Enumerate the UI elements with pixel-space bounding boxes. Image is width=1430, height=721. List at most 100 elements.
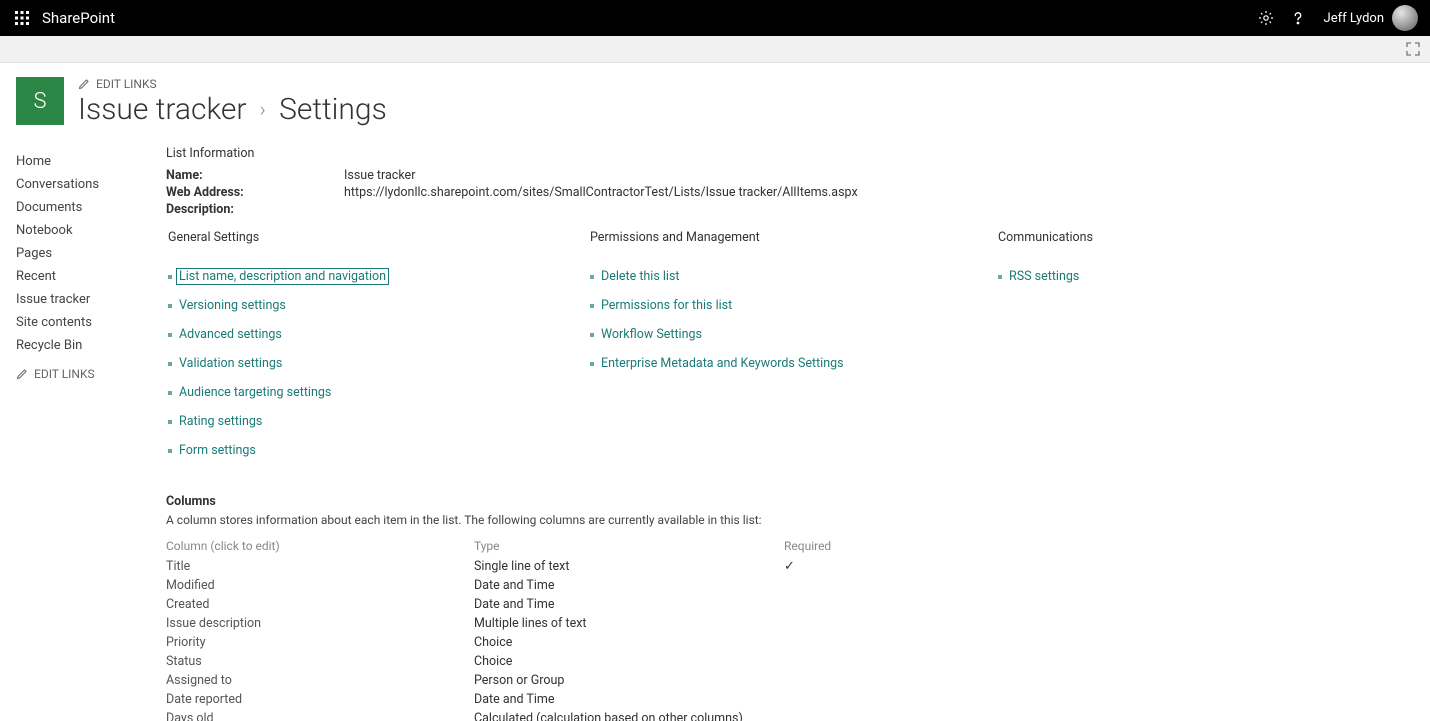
column-required [784, 578, 844, 593]
nav-recycle-bin[interactable]: Recycle Bin [16, 334, 166, 357]
brand-label[interactable]: SharePoint [42, 9, 115, 27]
edit-links-top-label: EDIT LINKS [96, 77, 157, 91]
edit-links-top[interactable]: EDIT LINKS [78, 77, 387, 91]
column-name-link[interactable]: Status [166, 654, 474, 669]
bullet-icon [590, 304, 594, 308]
column-name-link[interactable]: Created [166, 597, 474, 612]
column-required [784, 597, 844, 612]
column-name-link[interactable]: Issue description [166, 616, 474, 631]
bullet-icon [590, 275, 594, 279]
link-validation[interactable]: Validation settings [179, 356, 282, 371]
column-required [784, 654, 844, 669]
focus-content-button[interactable] [1406, 42, 1420, 56]
column-name-link[interactable]: Title [166, 559, 474, 574]
link-rating[interactable]: Rating settings [179, 414, 262, 429]
columns-row: Issue descriptionMultiple lines of text [166, 614, 1126, 633]
link-workflow[interactable]: Workflow Settings [601, 327, 702, 342]
column-type: Date and Time [474, 578, 784, 593]
site-logo[interactable]: S [16, 77, 64, 125]
bullet-icon [168, 275, 172, 279]
link-list-name-desc-nav[interactable]: List name, description and navigation [176, 268, 389, 285]
columns-section: Columns A column stores information abou… [166, 494, 1414, 721]
columns-heading: Columns [166, 494, 1414, 509]
list-name-value: Issue tracker [344, 168, 415, 183]
nav-documents[interactable]: Documents [16, 196, 166, 219]
columns-row: ModifiedDate and Time [166, 576, 1126, 595]
app-launcher-button[interactable] [8, 4, 36, 32]
breadcrumb-current: Settings [279, 92, 387, 127]
waffle-icon [14, 10, 30, 26]
column-name-link[interactable]: Priority [166, 635, 474, 650]
link-delete-list[interactable]: Delete this list [601, 269, 680, 284]
column-type: Date and Time [474, 597, 784, 612]
list-name-label: Name: [166, 168, 344, 183]
list-info-heading: List Information [166, 146, 1414, 161]
columns-row: Days oldCalculated (calculation based on… [166, 709, 1126, 721]
nav-conversations[interactable]: Conversations [16, 173, 166, 196]
nav-recent[interactable]: Recent [16, 265, 166, 288]
link-versioning[interactable]: Versioning settings [179, 298, 286, 313]
columns-header-name: Column (click to edit) [166, 539, 474, 553]
link-audience-targeting[interactable]: Audience targeting settings [179, 385, 331, 400]
avatar[interactable] [1392, 5, 1418, 31]
nav-home[interactable]: Home [16, 150, 166, 173]
column-name-link[interactable]: Modified [166, 578, 474, 593]
breadcrumb-site[interactable]: Issue tracker [78, 92, 246, 127]
nav-pages[interactable]: Pages [16, 242, 166, 265]
column-name-link[interactable]: Days old [166, 711, 474, 721]
column-name-link[interactable]: Date reported [166, 692, 474, 707]
edit-links-side-label: EDIT LINKS [34, 367, 95, 381]
columns-table: Column (click to edit) Type Required Tit… [166, 537, 1126, 721]
help-icon [1290, 10, 1306, 26]
page-scroll-area[interactable]: S EDIT LINKS Issue tracker › Settings [0, 63, 1430, 721]
bullet-icon [590, 333, 594, 337]
column-type: Date and Time [474, 692, 784, 707]
column-required [784, 616, 844, 631]
columns-row: Assigned toPerson or Group [166, 671, 1126, 690]
column-required [784, 673, 844, 688]
main-content: List Information Name: Issue tracker Web… [166, 146, 1414, 721]
nav-site-contents[interactable]: Site contents [16, 311, 166, 334]
link-advanced[interactable]: Advanced settings [179, 327, 282, 342]
columns-header-type: Type [474, 539, 784, 553]
column-required [784, 692, 844, 707]
link-permissions[interactable]: Permissions for this list [601, 298, 732, 313]
column-required: ✓ [784, 559, 844, 574]
columns-row: CreatedDate and Time [166, 595, 1126, 614]
link-rss[interactable]: RSS settings [1009, 269, 1079, 284]
user-name-label[interactable]: Jeff Lydon [1324, 11, 1384, 26]
general-settings-col: General Settings List name, description … [166, 230, 588, 472]
ribbon-bar [0, 36, 1430, 63]
bullet-icon [168, 362, 172, 366]
page-title: Issue tracker › Settings [78, 93, 387, 126]
pencil-icon [16, 368, 28, 380]
column-type: Calculated (calculation based on other c… [474, 711, 784, 721]
check-icon: ✓ [784, 559, 795, 574]
communications-heading: Communications [996, 230, 1414, 245]
bullet-icon [998, 275, 1002, 279]
bullet-icon [168, 304, 172, 308]
nav-notebook[interactable]: Notebook [16, 219, 166, 242]
bullet-icon [168, 333, 172, 337]
column-type: Choice [474, 635, 784, 650]
columns-desc: A column stores information about each i… [166, 513, 1414, 527]
column-type: Single line of text [474, 559, 784, 574]
columns-row: TitleSingle line of text✓ [166, 557, 1126, 576]
columns-header-required: Required [784, 539, 844, 553]
settings-button[interactable] [1250, 2, 1282, 34]
edit-links-side[interactable]: EDIT LINKS [16, 367, 166, 381]
pencil-icon [78, 78, 90, 90]
column-required [784, 711, 844, 721]
column-required [784, 635, 844, 650]
link-form[interactable]: Form settings [179, 443, 256, 458]
list-address-value[interactable]: https://lydonllc.sharepoint.com/sites/Sm… [344, 185, 858, 200]
help-button[interactable] [1282, 2, 1314, 34]
bullet-icon [590, 362, 594, 366]
column-name-link[interactable]: Assigned to [166, 673, 474, 688]
permissions-col: Permissions and Management Delete this l… [588, 230, 996, 472]
nav-issue-tracker[interactable]: Issue tracker [16, 288, 166, 311]
permissions-heading: Permissions and Management [588, 230, 996, 245]
communications-col: Communications RSS settings [996, 230, 1414, 472]
link-enterprise-metadata[interactable]: Enterprise Metadata and Keywords Setting… [601, 356, 844, 371]
bullet-icon [168, 420, 172, 424]
